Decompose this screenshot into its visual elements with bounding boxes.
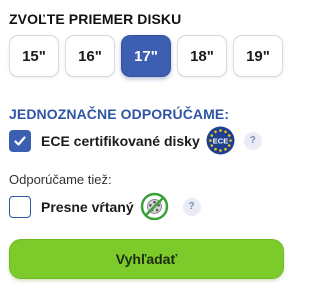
drilled-hub-icon (140, 192, 169, 221)
ece-badge-text: ECE (213, 136, 228, 145)
disk-diameter-title: ZVOĽTE PRIEMER DISKU (9, 11, 182, 27)
ece-help-icon[interactable]: ? (243, 131, 262, 150)
also-recommend-title: Odporúčame tiež: (9, 172, 112, 187)
exact-drilled-help-icon[interactable]: ? (182, 197, 201, 216)
size-button-16[interactable]: 16" (65, 35, 115, 77)
size-button-15[interactable]: 15" (9, 35, 59, 77)
size-button-17[interactable]: 17" (121, 35, 171, 77)
exact-drilled-checkbox[interactable] (9, 195, 31, 218)
recommend-title: JEDNOZNAČNE ODPORÚČAME: (9, 106, 230, 122)
ece-label: ECE certifikované disky (41, 132, 200, 149)
exact-option-row: Presne vŕtaný ? (9, 191, 201, 222)
checkmark-icon (14, 135, 26, 146)
size-button-19[interactable]: 19" (233, 35, 283, 77)
ece-checkbox[interactable] (9, 129, 31, 152)
ece-badge-icon: ECE (206, 126, 235, 155)
search-button[interactable]: Vyhľadať (9, 239, 284, 279)
ece-option-row: ECE certifikované disky ECE ? (9, 125, 262, 156)
exact-drilled-label: Presne vŕtaný (41, 198, 134, 215)
size-button-group: 15" 16" 17" 18" 19" (9, 35, 283, 77)
size-button-18[interactable]: 18" (177, 35, 227, 77)
